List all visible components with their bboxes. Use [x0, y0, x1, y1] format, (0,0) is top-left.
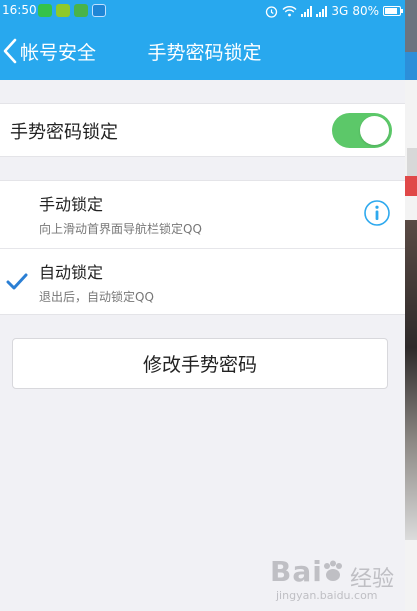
- option-description: 退出后，自动锁定QQ: [39, 290, 154, 304]
- alarm-icon: [266, 5, 278, 18]
- phone-screen: 16:50 3G 80% 帐号安全 手势密码锁定 手势密码锁定 手动锁定 向上滑…: [0, 0, 405, 611]
- signal-icon-2: [316, 5, 328, 17]
- gesture-lock-toggle[interactable]: [332, 113, 392, 148]
- option-title: 手动锁定: [39, 195, 104, 214]
- title-bar: 帐号安全 手势密码锁定: [0, 22, 405, 80]
- network-type: 3G: [331, 4, 349, 18]
- app-store-notification-icon: [92, 4, 106, 17]
- gesture-lock-label: 手势密码锁定: [10, 122, 118, 143]
- wifi-icon: [282, 6, 297, 17]
- change-gesture-password-button[interactable]: 修改手势密码: [12, 338, 388, 389]
- option-description: 向上滑动首界面导航栏锁定QQ: [39, 222, 202, 236]
- status-bar: 16:50 3G 80%: [0, 0, 405, 22]
- watermark-site: jingyan.baidu.com: [276, 589, 378, 602]
- status-indicators: 3G 80%: [265, 2, 403, 20]
- manual-lock-option[interactable]: 手动锁定 向上滑动首界面导航栏锁定QQ: [0, 181, 405, 248]
- status-time: 16:50: [2, 3, 37, 17]
- auto-lock-option[interactable]: 自动锁定 退出后，自动锁定QQ: [0, 248, 405, 315]
- toggle-knob: [360, 116, 389, 145]
- message-notification-icon: [74, 4, 88, 17]
- battery-percent: 80%: [352, 4, 379, 18]
- gesture-lock-row: 手势密码锁定: [0, 103, 405, 157]
- paw-icon: [324, 560, 342, 581]
- app-notification-icon: [56, 4, 70, 17]
- page-title: 手势密码锁定: [147, 42, 262, 64]
- info-icon[interactable]: [363, 199, 391, 227]
- wechat-notification-icon: [38, 4, 52, 17]
- baidu-jingyan-watermark: Bai 经验 jingyan.baidu.com: [266, 555, 405, 607]
- watermark-logo: Bai: [270, 555, 323, 588]
- lock-options-list: 手动锁定 向上滑动首界面导航栏锁定QQ 自动锁定 退出后，自动锁定QQ: [0, 180, 405, 315]
- option-title: 自动锁定: [39, 263, 104, 282]
- signal-icon: [301, 5, 313, 17]
- battery-icon: [383, 6, 403, 16]
- background-photo-strip: [405, 0, 417, 611]
- check-icon: [6, 273, 28, 290]
